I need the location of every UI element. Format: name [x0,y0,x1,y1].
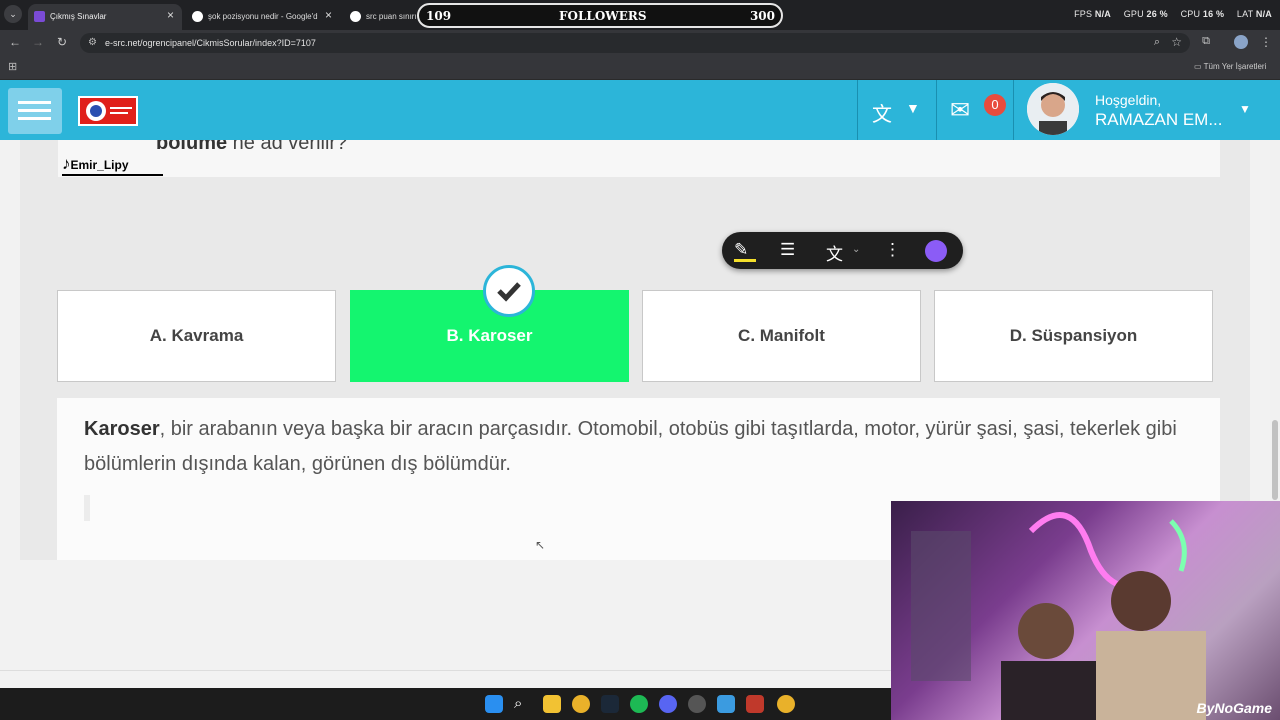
lat-label: LAT [1236,9,1254,19]
fps-value: N/A [1094,9,1112,19]
option-label: A. Kavrama [149,326,244,345]
user-menu-caret-icon[interactable]: ▼ [1239,102,1251,116]
webcam-overlay: ByNoGame [891,501,1280,720]
mail-icon: ✉ [950,97,971,124]
site-header: 文 ▼ ✉ 0 Hoşgeldin, RAMAZAN EM... ▼ [0,80,1280,140]
user-name[interactable]: RAMAZAN EM... [1095,110,1223,130]
performance-overlay: FPS N/A GPU 26 % CPU 16 % LAT N/A [1074,9,1272,19]
url-input[interactable]: ⚙ e-src.net/ogrencipanel/CikmisSorular/i… [80,33,1190,53]
windows-start-icon[interactable] [485,695,503,713]
highlight-color-swatch [734,259,756,262]
tab-cikmis-sinavlar[interactable]: Çıkmış Sınavlar × [28,4,182,30]
site-info-icon[interactable]: ⚙ [88,37,97,48]
google-favicon-icon [192,11,203,22]
text-caret-block [84,495,90,521]
steam-icon[interactable] [601,695,619,713]
tiktok-watermark: ♪Emir_Lipy [62,154,163,176]
question-card: bölüme ne ad verilir? [58,132,1220,177]
bookmarks-bar: ⊞ ▭ Tüm Yer İşaretleri [0,56,1280,80]
discord-icon[interactable] [659,695,677,713]
address-bar-row: ← → ↻ ⚙ e-src.net/ogrencipanel/CikmisSor… [0,30,1280,56]
file-explorer-icon[interactable] [543,695,561,713]
caret-down-icon: ▼ [906,100,920,116]
followers-goal-overlay: 109 FOLLOWERS 300 [417,3,783,28]
followers-goal: 300 [749,9,775,23]
chrome-active-icon[interactable] [777,695,795,713]
url-text: e-src.net/ogrencipanel/CikmisSorular/ind… [105,38,316,48]
tab-search-button[interactable]: ⌄ [4,5,22,23]
tab-favicon-icon [34,11,45,22]
followers-current: 109 [426,9,452,23]
content-panel: bölüme ne ad verilir? ♪Emir_Lipy A. Kavr… [20,132,1250,560]
translate-icon[interactable]: 文 [826,240,843,265]
back-arrow-icon[interactable]: ← [7,35,23,49]
menu-kebab-icon[interactable]: ⋮ [1258,35,1274,49]
close-tab-icon[interactable]: × [325,8,332,22]
mail-count-badge: 0 [984,94,1006,116]
translate-icon: 文 [872,104,892,126]
hamburger-menu-icon[interactable] [8,88,62,134]
search-icon[interactable]: ⌕ [514,695,532,713]
tab-title: Çıkmış Sınavlar [50,12,107,21]
followers-label: FOLLOWERS [559,9,647,23]
option-label: D. Süspansiyon [1009,326,1138,345]
apps-grid-icon[interactable]: ⊞ [8,60,17,73]
zoom-icon[interactable]: ⌕ [1154,36,1160,49]
scrollbar-thumb[interactable] [1272,420,1278,500]
obs-icon[interactable] [688,695,706,713]
more-options-icon[interactable]: ⋮ [884,240,901,260]
assistant-face-icon[interactable] [925,240,947,262]
chrome-icon[interactable] [572,695,590,713]
reload-icon[interactable]: ↻ [54,35,70,49]
google-favicon-icon [350,11,361,22]
lat-value: N/A [1255,9,1272,19]
avatar[interactable] [1027,83,1079,135]
language-selector[interactable]: 文 ▼ [857,80,937,140]
option-label: C. Manifolt [738,326,825,345]
bookmarks-folder-label: Tüm Yer İşaretleri [1203,62,1267,71]
bookmark-star-icon[interactable]: ☆ [1171,35,1182,49]
option-c[interactable]: C. Manifolt [642,290,921,382]
app-icon[interactable] [746,695,764,713]
webcam-scene [911,512,1206,720]
option-label: B. Karoser [446,326,533,345]
forward-arrow-icon[interactable]: → [30,35,46,49]
tab-title: src puan sınırı [366,12,416,21]
stream-brand: ByNoGame [1196,700,1272,716]
notes-icon[interactable]: ☰ [780,240,795,260]
extensions-icon[interactable]: ⧉ [1198,35,1214,48]
tiktok-handle: Emir_Lipy [70,158,129,172]
option-a[interactable]: A. Kavrama [57,290,336,382]
highlighter-icon[interactable]: ✎ [734,240,748,260]
app-icon[interactable] [717,695,735,713]
browser-tab-bar: ⌄ Çıkmış Sınavlar × şok pozisyonu nedir … [0,0,1280,30]
tab-google-search[interactable]: şok pozisyonu nedir - Google'd × [186,4,340,30]
close-tab-icon[interactable]: × [167,8,174,22]
explanation-term: Karoser [84,418,160,440]
messages-button[interactable]: ✉ 0 [938,80,1014,140]
mouse-pointer-icon: ↖ [535,538,546,552]
tab-src-puan[interactable]: src puan sınırı [344,4,416,30]
site-logo[interactable] [78,96,138,126]
chevron-down-icon[interactable]: ⌄ [852,244,860,255]
gpu-value: 26 % [1146,9,1168,19]
all-bookmarks-folder[interactable]: ▭ Tüm Yer İşaretleri [1194,62,1266,71]
cpu-label: CPU [1180,9,1201,19]
tiktok-icon: ♪ [62,154,71,173]
spotify-icon[interactable] [630,695,648,713]
gpu-label: GPU [1123,9,1144,19]
fps-label: FPS [1074,9,1093,19]
correct-check-icon [483,265,535,317]
profile-avatar-icon[interactable] [1234,35,1248,49]
explanation-body: , bir arabanın veya başka bir aracın par… [84,418,1177,475]
option-d[interactable]: D. Süspansiyon [934,290,1213,382]
floating-tool-bar: ✎ ☰ 文 ⌄ ⋮ [722,232,963,269]
cpu-value: 16 % [1202,9,1225,19]
tab-title: şok pozisyonu nedir - Google'd [208,12,318,21]
greeting-text: Hoşgeldin, [1095,92,1162,108]
explanation-text: Karoser, bir arabanın veya başka bir ara… [84,412,1184,482]
